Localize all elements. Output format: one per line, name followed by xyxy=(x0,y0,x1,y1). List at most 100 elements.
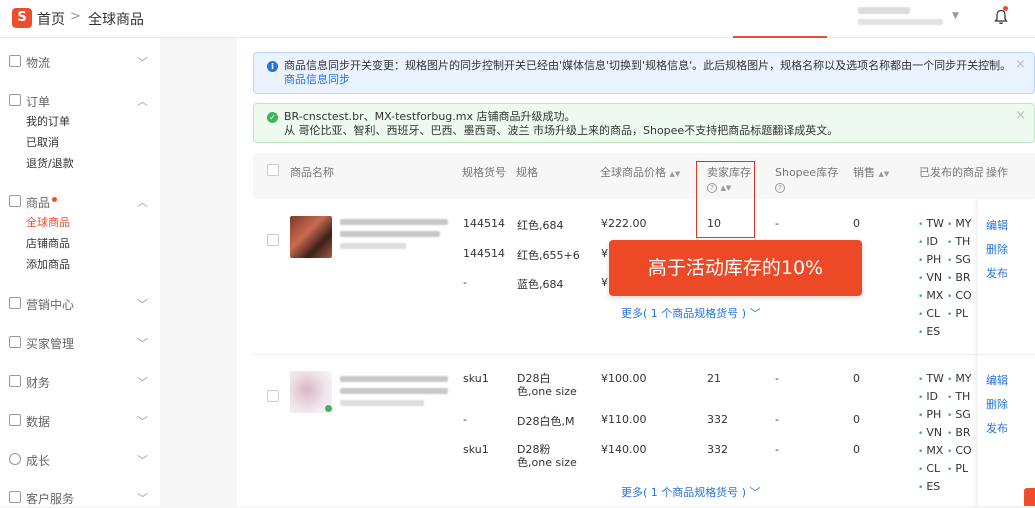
nav-group-logistics[interactable]: 物流 ﹀ xyxy=(0,52,160,72)
nav-group-marketing[interactable]: 营销中心 ﹀ xyxy=(0,294,160,314)
nav-label: 物流 xyxy=(26,56,51,70)
nav-label: 成长 xyxy=(26,454,51,468)
nav-group-growth[interactable]: 成长 ﹀ xyxy=(0,450,160,470)
product-subtitle-blurred xyxy=(340,243,406,249)
floating-help-button[interactable] xyxy=(1024,488,1035,506)
bell-icon[interactable] xyxy=(994,9,1008,25)
region-badge: BR xyxy=(947,426,970,439)
product-title-blurred[interactable] xyxy=(340,219,448,225)
more-variations-link[interactable]: 更多( 1 个商品规格货号 ) ﹀ xyxy=(621,484,761,500)
sidebar: 物流 ﹀ 订单 ︿ 我的订单 已取消 退货/退款 商品 ︿ 全球商品 店铺商品 添加商… xyxy=(0,38,160,506)
cell-sku: 144514 xyxy=(463,217,505,230)
region-badge: MY xyxy=(947,217,971,230)
edit-button[interactable]: 编辑 xyxy=(986,217,1008,233)
col-published: 已发布的商品 xyxy=(919,166,983,179)
close-icon[interactable]: × xyxy=(1015,58,1026,72)
close-icon[interactable]: × xyxy=(1015,109,1026,123)
col-sales[interactable]: 销售 ▲▼ xyxy=(853,164,889,180)
sidebar-item-shop-products[interactable]: 店铺商品 xyxy=(0,233,160,254)
region-badge: SG xyxy=(947,253,971,266)
account-caret-icon[interactable]: ▼ xyxy=(952,11,959,21)
bag-icon xyxy=(9,195,21,207)
col-price[interactable]: 全球商品价格 ▲▼ xyxy=(600,164,680,180)
delete-button[interactable]: 删除 xyxy=(986,396,1008,412)
success-banner-line2: 从 哥伦比亚、智利、西班牙、巴西、墨西哥、波兰 市场升级上来的商品，Shopee… xyxy=(284,124,839,137)
sidebar-item-cancelled[interactable]: 已取消 xyxy=(0,132,160,153)
delete-button[interactable]: 删除 xyxy=(986,241,1008,257)
growth-icon xyxy=(9,453,21,465)
region-badge: VN xyxy=(918,426,942,439)
chevron-down-icon: ﹀ xyxy=(137,454,148,467)
cell-seller-stock: 332 xyxy=(707,413,728,426)
nav-label: 买家管理 xyxy=(26,337,75,351)
sidebar-item-returns[interactable]: 退货/退款 xyxy=(0,153,160,174)
sidebar-item-global-products[interactable]: 全球商品 xyxy=(0,212,160,233)
row-checkbox[interactable] xyxy=(267,234,279,246)
publish-button[interactable]: 发布 xyxy=(986,265,1008,281)
nav-group-data[interactable]: 数据 ﹀ xyxy=(0,411,160,431)
nav-group-orders[interactable]: 订单 ︿ 我的订单 已取消 退货/退款 xyxy=(0,91,160,174)
region-badge: BR xyxy=(947,271,970,284)
region-badge: VN xyxy=(918,271,942,284)
cell-price: ¥222.00 xyxy=(601,217,647,230)
cell-sales: 0 xyxy=(853,413,860,426)
info-banner-link[interactable]: 商品信息同步 xyxy=(284,73,350,86)
cell-shopee-stock: - xyxy=(775,372,779,385)
sidebar-item-add-product[interactable]: 添加商品 xyxy=(0,254,160,275)
publish-button[interactable]: 发布 xyxy=(986,420,1008,436)
more-variations-link[interactable]: 更多( 1 个商品规格货号 ) ﹀ xyxy=(621,305,761,321)
nav-group-products[interactable]: 商品 ︿ 全球商品 店铺商品 添加商品 xyxy=(0,192,160,275)
nav-label: 数据 xyxy=(26,415,51,429)
cell-price: ¥110.00 xyxy=(601,413,647,426)
tag-icon xyxy=(9,297,21,309)
sort-icon[interactable]: ▲▼ xyxy=(670,170,681,178)
check-icon: ✓ xyxy=(267,112,278,123)
select-all-checkbox[interactable] xyxy=(267,164,279,176)
edit-button[interactable]: 编辑 xyxy=(986,372,1008,388)
col-variation: 规格 xyxy=(516,166,538,179)
nav-group-customer-service[interactable]: 客户服务 ﹀ xyxy=(0,488,160,508)
cell-sales: 0 xyxy=(853,443,860,456)
product-thumbnail[interactable] xyxy=(290,216,332,258)
chevron-up-icon: ︿ xyxy=(137,95,148,108)
region-badge: CL xyxy=(918,462,940,475)
cell-variation: 红色,684 xyxy=(517,219,564,232)
cell-price: ¥ xyxy=(601,247,608,260)
chevron-down-icon: ﹀ xyxy=(137,492,148,505)
product-title-blurred xyxy=(340,388,448,394)
notification-dot xyxy=(1003,6,1008,11)
sort-icon[interactable]: ▲▼ xyxy=(879,170,890,178)
nav-group-buyers[interactable]: 买家管理 ﹀ xyxy=(0,333,160,353)
nav-group-finance[interactable]: 财务 ﹀ xyxy=(0,372,160,392)
product-title-blurred[interactable] xyxy=(340,376,448,382)
col-shopee-stock: Shopee库存? xyxy=(775,166,839,193)
region-badge: PL xyxy=(947,307,968,320)
cell-variation: D28白色,one size xyxy=(517,372,577,398)
help-icon[interactable]: ? xyxy=(775,183,785,193)
region-badge: MX xyxy=(918,289,943,302)
nav-label: 订单 xyxy=(26,95,51,109)
col-product-name: 商品名称 xyxy=(290,166,334,179)
region-badge: SG xyxy=(947,408,971,421)
cell-price: ¥100.00 xyxy=(601,372,647,385)
product-title-blurred xyxy=(340,231,440,237)
row-checkbox[interactable] xyxy=(267,390,279,402)
seller-stock-highlight-box xyxy=(696,161,755,238)
cell-sku: 144514 xyxy=(463,247,505,260)
chevron-down-icon: ﹀ xyxy=(137,298,148,311)
region-badge: TW xyxy=(918,217,944,230)
clipboard-icon xyxy=(9,94,21,106)
account-info[interactable] xyxy=(858,7,943,25)
cell-price: ¥140.00 xyxy=(601,443,647,456)
chevron-down-icon: ﹀ xyxy=(137,415,148,428)
top-bar: S 首页 > 全球商品 ▼ xyxy=(0,0,1035,38)
headset-icon xyxy=(9,491,21,503)
sidebar-item-my-orders[interactable]: 我的订单 xyxy=(0,111,160,132)
shopee-logo-icon[interactable]: S xyxy=(12,8,32,28)
success-banner: ✓ BR-cnsctest.br、MX-testforbug.mx 店铺商品升级… xyxy=(253,103,1035,143)
nav-label: 客户服务 xyxy=(26,492,75,506)
breadcrumb-home[interactable]: 首页 xyxy=(37,9,65,29)
region-badge: MY xyxy=(947,372,971,385)
wallet-icon xyxy=(9,375,21,387)
cell-shopee-stock: - xyxy=(775,443,779,456)
